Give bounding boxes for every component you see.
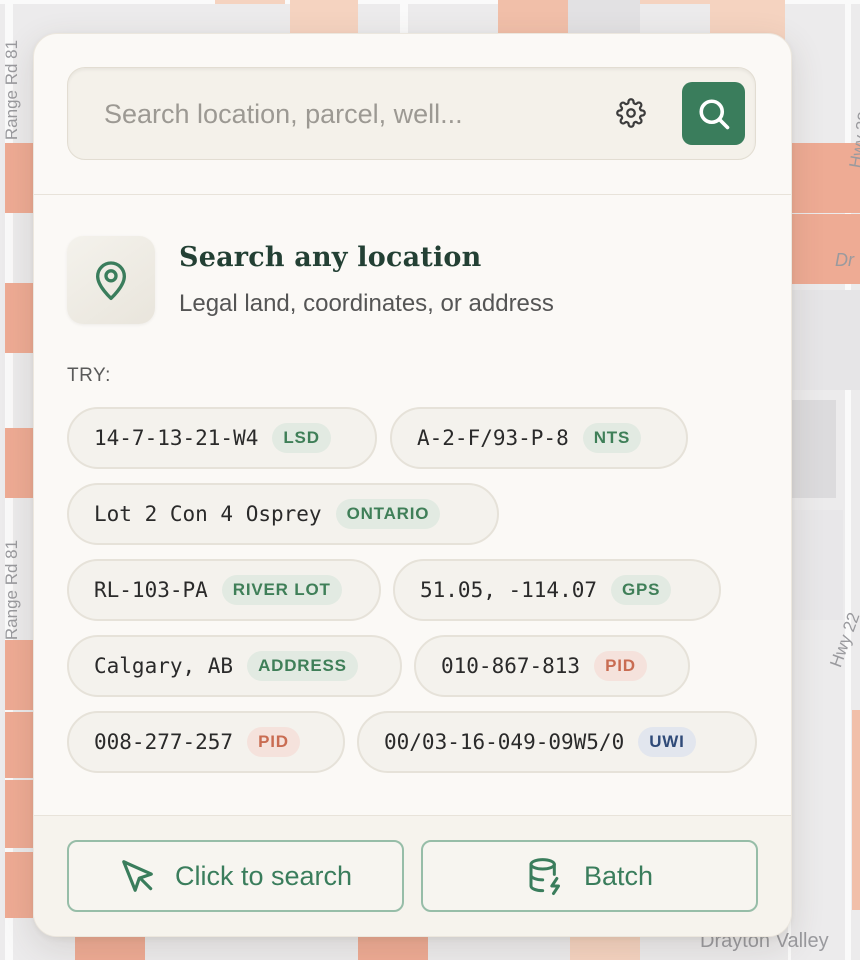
format-badge: NTS xyxy=(582,423,642,453)
click-to-search-button[interactable]: Click to search xyxy=(67,840,404,912)
divider xyxy=(34,194,791,195)
example-chip-pid[interactable]: 008-277-257 PID xyxy=(67,711,345,773)
format-badge: RIVER LOT xyxy=(221,575,342,605)
search-button[interactable] xyxy=(682,82,745,145)
example-text: A-2-F/93-P-8 xyxy=(417,426,569,450)
format-badge: PID xyxy=(594,651,647,681)
example-chip-river-lot[interactable]: RL-103-PA RIVER LOT xyxy=(67,559,381,621)
hero-icon-box xyxy=(67,236,155,324)
search-input[interactable] xyxy=(102,94,576,134)
format-badge: ONTARIO xyxy=(335,499,441,529)
cursor-arrow-icon xyxy=(122,860,153,892)
format-badge: GPS xyxy=(611,575,672,605)
format-badge: LSD xyxy=(272,423,331,453)
format-badge: UWI xyxy=(638,727,696,757)
search-panel: Search any location Legal land, coordina… xyxy=(33,33,792,937)
example-chip-nts[interactable]: A-2-F/93-P-8 NTS xyxy=(390,407,688,469)
database-lightning-icon xyxy=(529,858,560,895)
search-icon xyxy=(698,98,729,129)
example-text: 008-277-257 xyxy=(94,730,234,754)
example-chip-gps[interactable]: 51.05, -114.07 GPS xyxy=(393,559,721,621)
map-pin-icon xyxy=(96,261,127,300)
example-text: Calgary, AB xyxy=(94,654,234,678)
try-label: TRY: xyxy=(67,365,111,386)
format-badge: ADDRESS xyxy=(247,651,358,681)
example-chip-pid[interactable]: 010-867-813 PID xyxy=(414,635,690,697)
example-text: 51.05, -114.07 xyxy=(420,578,598,602)
map-label-town: Dr xyxy=(835,250,854,270)
click-to-search-label: Click to search xyxy=(174,860,353,891)
batch-button[interactable]: Batch xyxy=(421,840,758,912)
example-text: Lot 2 Con 4 Osprey xyxy=(94,502,322,526)
map-label-road: Range Rd 81 xyxy=(2,539,22,641)
format-badge: PID xyxy=(247,727,300,757)
settings-button[interactable] xyxy=(614,96,648,130)
example-text: 14-7-13-21-W4 xyxy=(94,426,259,450)
search-bar xyxy=(67,67,756,160)
panel-footer: Click to search Batch xyxy=(34,815,791,936)
example-text: RL-103-PA xyxy=(94,578,208,602)
example-chip-lsd[interactable]: 14-7-13-21-W4 LSD xyxy=(67,407,377,469)
example-chip-uwi[interactable]: 00/03-16-049-09W5/0 UWI xyxy=(357,711,757,773)
hero-title: Search any location xyxy=(179,242,482,273)
hero-subtitle: Legal land, coordinates, or address xyxy=(179,290,554,317)
batch-label: Batch xyxy=(583,860,654,891)
example-chip-address[interactable]: Calgary, AB ADDRESS xyxy=(67,635,402,697)
example-chip-ontario[interactable]: Lot 2 Con 4 Osprey ONTARIO xyxy=(67,483,499,545)
divider xyxy=(34,815,791,816)
gear-icon xyxy=(616,98,646,128)
example-text: 00/03-16-049-09W5/0 xyxy=(384,730,625,754)
example-text: 010-867-813 xyxy=(441,654,581,678)
map-label-road: Range Rd 81 xyxy=(2,39,22,141)
